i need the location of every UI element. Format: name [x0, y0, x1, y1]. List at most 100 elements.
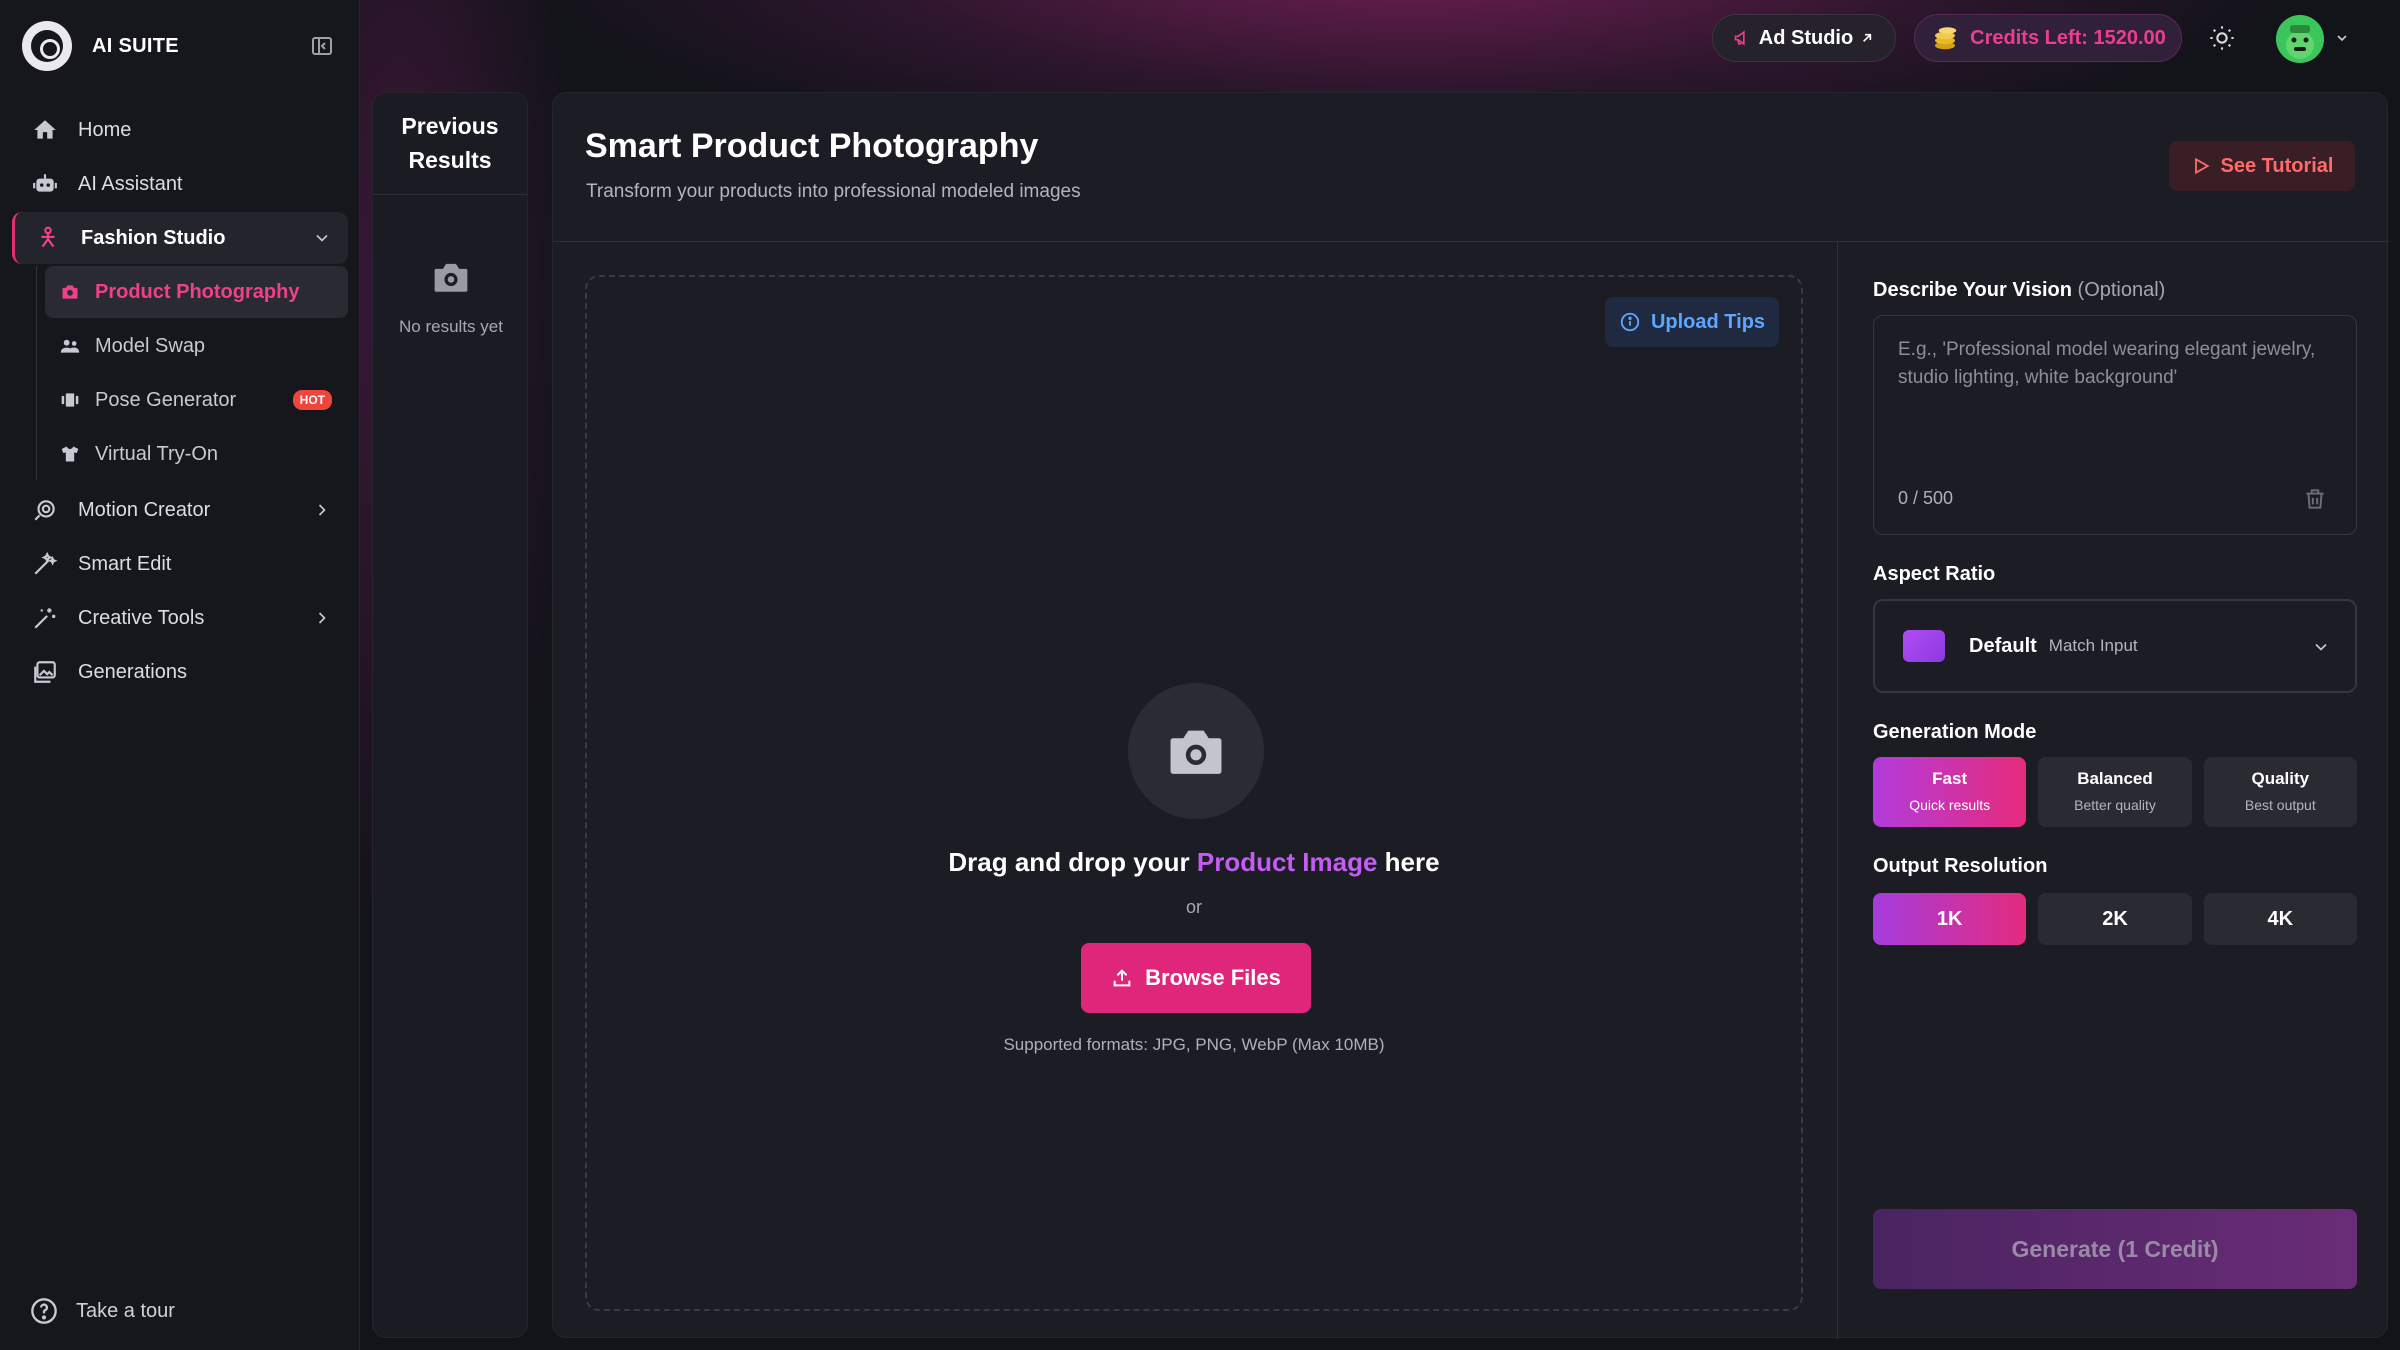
- upload-camera-badge: [1128, 683, 1264, 819]
- resolution-2k-button[interactable]: 2K: [2038, 893, 2192, 945]
- megaphone-icon: [1734, 30, 1745, 46]
- credits-label: Credits Left: 1520.00: [1970, 26, 2166, 49]
- sidebar-subitem-pose-generator[interactable]: Pose Generator HOT: [45, 374, 348, 426]
- avatar-image: [2276, 15, 2324, 63]
- previous-results-title: Previous Results: [373, 93, 527, 195]
- drag-text-pre: Drag and drop your: [948, 847, 1197, 877]
- upload-icon: [1113, 969, 1131, 987]
- app-name: AI SUITE: [92, 34, 179, 57]
- supported-formats-text: Supported formats: JPG, PNG, WebP (Max 1…: [1003, 1035, 1385, 1054]
- sidebar-item-label: Home: [78, 118, 132, 141]
- upload-tips-button[interactable]: Upload Tips: [1605, 297, 1779, 347]
- sidebar-item-motion-creator[interactable]: Motion Creator: [12, 484, 348, 536]
- sidebar-item-ai-assistant[interactable]: AI Assistant: [12, 158, 348, 210]
- hot-badge: HOT: [292, 390, 332, 410]
- sidebar-subitem-model-swap[interactable]: Model Swap: [45, 320, 348, 372]
- credits-badge[interactable]: Credits Left: 1520.00: [1914, 14, 2182, 62]
- mode-balanced-button[interactable]: Balanced Better quality: [2038, 757, 2192, 827]
- mode-subtitle: Best output: [2244, 797, 2316, 813]
- no-results-text: No results yet: [399, 317, 503, 336]
- vision-label-text: Describe Your Vision: [1873, 279, 2072, 301]
- previous-results-panel: Previous Results No results yet: [372, 92, 528, 1338]
- sidebar-item-fashion-studio[interactable]: Fashion Studio: [12, 212, 348, 264]
- browse-files-label: Browse Files: [1145, 965, 1281, 990]
- ad-studio-button[interactable]: Ad Studio: [1712, 14, 1896, 62]
- sidebar-item-label: Creative Tools: [78, 606, 205, 629]
- sidebar-item-generations[interactable]: Generations: [12, 646, 348, 698]
- model-icon: [33, 223, 63, 253]
- sidebar: AI SUITE Home AI Assistant Fashion Studi…: [0, 0, 360, 1350]
- mode-quality-button[interactable]: Quality Best output: [2203, 757, 2357, 827]
- resolution-4k-button[interactable]: 4K: [2203, 893, 2357, 945]
- sidebar-item-label: Pose Generator: [95, 388, 237, 411]
- pose-icon: [59, 389, 81, 411]
- collapse-sidebar-icon[interactable]: [310, 34, 334, 58]
- page-title: Smart Product Photography: [585, 127, 1039, 165]
- output-resolution-label: Output Resolution: [1873, 855, 2048, 877]
- aspect-ratio-select[interactable]: Default Match Input: [1873, 599, 2357, 693]
- aspect-swatch: [1903, 630, 1945, 662]
- sidebar-subitem-product-photography[interactable]: Product Photography: [45, 266, 348, 318]
- mode-fast-button[interactable]: Fast Quick results: [1873, 757, 2027, 827]
- sidebar-item-label: Model Swap: [95, 334, 206, 357]
- sidebar-item-label: Product Photography: [95, 280, 300, 303]
- mode-subtitle: Quick results: [1909, 797, 1991, 813]
- mode-title: Balanced: [2077, 769, 2153, 788]
- drag-text-highlight: Product Image: [1196, 847, 1378, 877]
- vision-optional-text: (Optional): [2077, 279, 2166, 301]
- chevron-right-icon[interactable]: [312, 608, 332, 628]
- aspect-value: Default: [1969, 634, 2037, 657]
- external-link-icon: [1863, 33, 1872, 42]
- browse-files-button[interactable]: Browse Files: [1081, 943, 1311, 1013]
- mode-subtitle: Better quality: [2074, 797, 2156, 813]
- vision-textarea[interactable]: E.g., 'Professional model wearing elegan…: [1873, 315, 2357, 535]
- vision-label: Describe Your Vision (Optional): [1873, 279, 2165, 302]
- camera-icon: [59, 281, 81, 303]
- trash-icon[interactable]: [2302, 486, 2328, 512]
- sidebar-item-label: Virtual Try-On: [95, 442, 218, 465]
- upload-tips-label: Upload Tips: [1650, 310, 1766, 333]
- drag-drop-text: Drag and drop your Product Image here: [587, 847, 1801, 878]
- chevron-down-icon: [2315, 643, 2327, 651]
- chevron-down-icon[interactable]: [312, 228, 332, 248]
- aspect-subtext: Match Input: [2048, 636, 2138, 655]
- settings-panel: Describe Your Vision (Optional) E.g., 'P…: [1873, 93, 2357, 1339]
- generate-button[interactable]: Generate (1 Credit): [1873, 1209, 2357, 1289]
- sidebar-item-creative-tools[interactable]: Creative Tools: [12, 592, 348, 644]
- ad-studio-label: Ad Studio: [1758, 26, 1854, 49]
- take-a-tour-label: Take a tour: [76, 1299, 175, 1322]
- sidebar-nav: Home AI Assistant Fashion Studio Product…: [12, 104, 348, 700]
- mode-title: Quality: [2251, 769, 2310, 788]
- sidebar-item-label: Motion Creator: [78, 498, 211, 521]
- chevron-right-icon[interactable]: [312, 500, 332, 520]
- char-counter: 0 / 500: [1898, 488, 1954, 508]
- robot-icon: [30, 169, 60, 199]
- upload-dropzone[interactable]: Upload Tips Drag and drop your Product I…: [585, 275, 1803, 1311]
- main-card: Smart Product Photography Transform your…: [552, 92, 2389, 1339]
- generation-mode-group: Fast Quick results Balanced Better quality…: [1873, 757, 2357, 827]
- generation-mode-label: Generation Mode: [1873, 721, 2037, 743]
- chevron-down-icon[interactable]: [2334, 30, 2350, 46]
- motion-icon: [30, 495, 60, 525]
- sidebar-item-smart-edit[interactable]: Smart Edit: [12, 538, 348, 590]
- app-logo: [22, 21, 72, 71]
- brand[interactable]: AI SUITE: [22, 20, 179, 72]
- sun-icon[interactable]: [2208, 24, 2236, 52]
- fashion-studio-submenu: Product Photography Model Swap Pose Gene…: [36, 266, 348, 480]
- sidebar-item-home[interactable]: Home: [12, 104, 348, 156]
- sidebar-item-label: Smart Edit: [78, 552, 172, 575]
- users-icon: [59, 335, 81, 357]
- camera-icon: [434, 263, 468, 292]
- avatar[interactable]: [2276, 15, 2324, 63]
- gallery-icon: [30, 657, 60, 687]
- home-icon: [30, 115, 60, 145]
- sidebar-subitem-virtual-try-on[interactable]: Virtual Try-On: [45, 428, 348, 480]
- previous-results-title-line1: Previous: [401, 113, 499, 139]
- mode-title: Fast: [1932, 769, 1968, 788]
- shirt-icon: [59, 443, 81, 465]
- take-a-tour-link[interactable]: Take a tour: [30, 1297, 175, 1325]
- sidebar-item-label: Generations: [78, 660, 187, 683]
- resolution-1k-button[interactable]: 1K: [1873, 893, 2027, 945]
- drag-text-post: here: [1377, 847, 1440, 877]
- coins-icon: [1935, 27, 1957, 50]
